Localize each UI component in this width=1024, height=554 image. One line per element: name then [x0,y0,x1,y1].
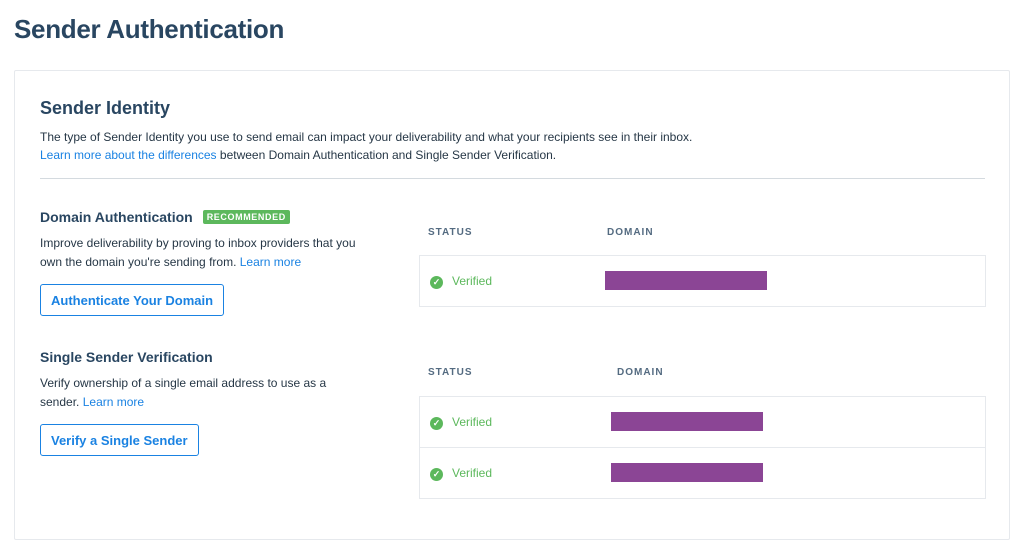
single-sender-learn-more-link[interactable]: Learn more [83,395,144,409]
table-row: ✓ Verified [420,397,985,448]
section-title: Sender Identity [40,98,171,118]
status-verified: Verified [452,415,493,429]
check-circle-icon: ✓ [430,276,443,289]
domain-auth-description: Improve deliverability by proving to inb… [40,234,360,272]
learn-differences-link[interactable]: Learn more about the differences [40,148,217,162]
domain-auth-table: ✓ Verified [419,255,986,307]
status-verified: Verified [452,466,493,480]
verify-single-sender-button[interactable]: Verify a Single Sender [40,424,199,456]
intro-line-1: The type of Sender Identity you use to s… [40,130,693,144]
domain-auth-title: Domain Authentication RECOMMENDED [40,209,290,225]
page-title: Sender Authentication [14,14,285,44]
single-sender-title: Single Sender Verification [40,349,213,365]
domain-auth-learn-more-link[interactable]: Learn more [240,255,301,269]
divider [40,178,985,179]
single-sender-table: ✓ Verified ✓ Verified [419,396,986,499]
intro-line-2: between Domain Authentication and Single… [216,148,557,162]
sender-identity-card: Sender Identity The type of Sender Ident… [14,70,1010,540]
status-verified: Verified [452,274,493,288]
check-circle-icon: ✓ [430,417,443,430]
domain-table-domain-header: DOMAIN [607,227,654,238]
table-row: ✓ Verified [420,448,985,498]
redacted-domain [605,271,767,290]
recommended-badge: RECOMMENDED [202,210,290,224]
sender-table-domain-header: DOMAIN [617,367,664,378]
domain-table-status-header: STATUS [428,227,473,238]
redacted-domain [611,463,763,482]
table-row: ✓ Verified [420,256,985,306]
check-circle-icon: ✓ [430,468,443,481]
authenticate-domain-button[interactable]: Authenticate Your Domain [40,284,225,316]
redacted-domain [611,412,763,431]
intro-text: The type of Sender Identity you use to s… [40,128,980,164]
single-sender-description: Verify ownership of a single email addre… [40,374,360,412]
sender-table-status-header: STATUS [428,367,473,378]
domain-auth-title-text: Domain Authentication [40,209,193,225]
domain-auth-description-text: Improve deliverability by proving to inb… [40,236,356,269]
